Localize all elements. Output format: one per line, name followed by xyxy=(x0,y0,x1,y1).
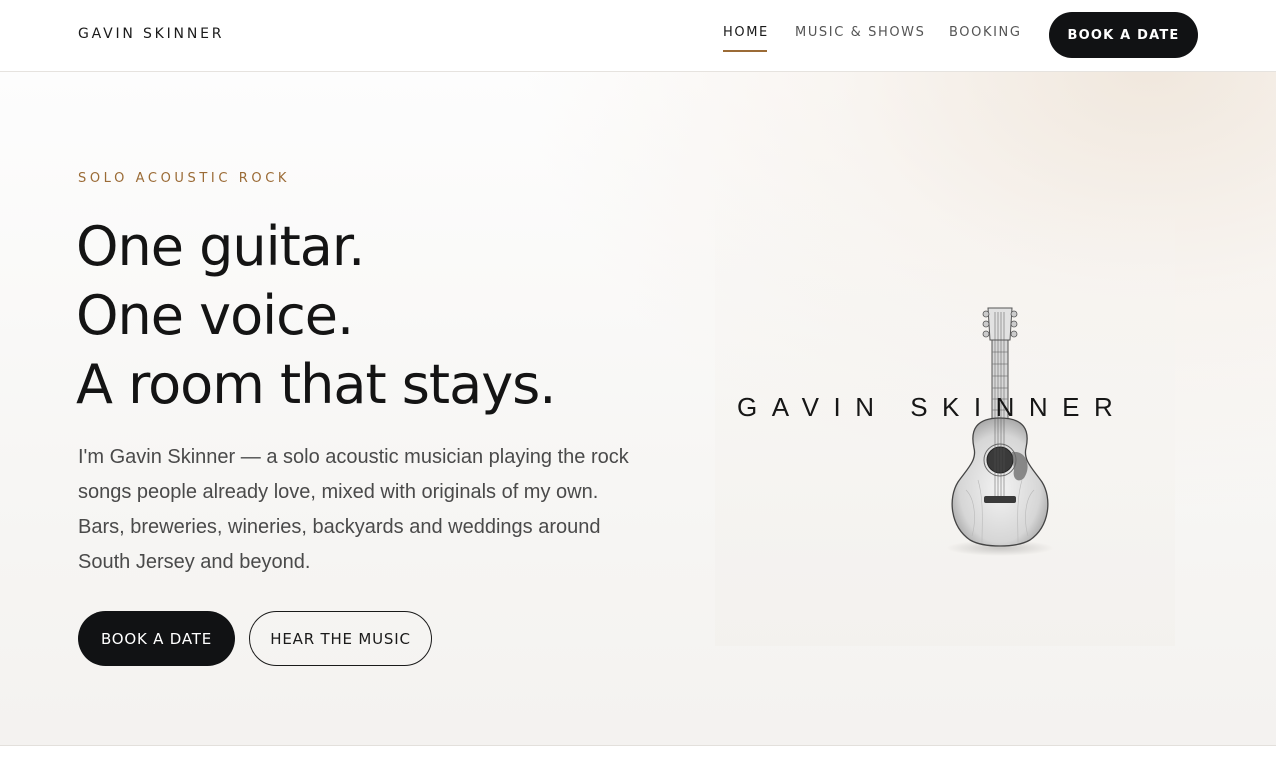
nav-home[interactable]: HOME xyxy=(723,25,769,40)
site-header: GAVIN SKINNER HOME MUSIC & SHOWS BOOKING… xyxy=(0,0,1276,72)
hero-book-date-button[interactable]: BOOK A DATE xyxy=(78,611,235,666)
header-book-date-button[interactable]: BOOK A DATE xyxy=(1049,12,1198,58)
hero-eyebrow: SOLO ACOUSTIC ROCK xyxy=(78,171,291,186)
active-nav-underline xyxy=(723,50,767,52)
hero-headline: One guitar. One voice. A room that stays… xyxy=(76,212,556,419)
hear-music-button[interactable]: HEAR THE MUSIC xyxy=(249,611,432,666)
hero-intro-text: I'm Gavin Skinner — a solo acoustic musi… xyxy=(78,446,629,573)
headline-line-1: One guitar. xyxy=(76,215,365,278)
headline-line-2: One voice. xyxy=(76,284,354,347)
nav-booking[interactable]: BOOKING xyxy=(949,25,1022,40)
headline-line-3: A room that stays. xyxy=(76,353,556,416)
section-divider xyxy=(0,745,1276,746)
artwork-logo-text: GAVIN SKINNER xyxy=(737,392,1128,422)
nav-music-shows[interactable]: MUSIC & SHOWS xyxy=(795,25,925,40)
acoustic-guitar-icon xyxy=(946,307,1054,556)
brand-logo-text[interactable]: GAVIN SKINNER xyxy=(78,26,224,42)
